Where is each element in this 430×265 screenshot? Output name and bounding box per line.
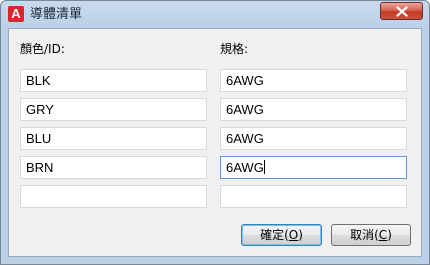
autocad-app-icon: A [8,6,24,22]
color-field-3[interactable]: BLU [20,127,207,150]
spec-field-3[interactable]: 6AWG [220,127,407,150]
cancel-button[interactable]: 取消(C) [331,224,411,246]
spec-field-4[interactable]: 6AWG [220,156,407,179]
spec-field-5[interactable] [220,185,407,208]
color-field-1[interactable]: BLK [20,69,207,92]
color-field-4[interactable]: BRN [20,156,207,179]
dialog-content: 顏色/ID: 規格: BLK 6AWG GRY 6AWG BLU 6AWG BR… [8,28,422,257]
conductor-list-dialog: A 導體清單 顏色/ID: 規格: BLK 6AWG GRY 6AWG BLU … [0,0,430,265]
close-button[interactable] [380,2,423,20]
close-icon [396,6,408,17]
color-field-2[interactable]: GRY [20,98,207,121]
spec-label: 規格: [220,42,249,56]
color-id-label: 顏色/ID: [20,42,65,56]
text-caret [263,160,265,174]
spec-field-2[interactable]: 6AWG [220,98,407,121]
window-title: 導體清單 [30,7,83,22]
title-bar[interactable]: A 導體清單 [1,1,429,28]
ok-button[interactable]: 確定(O) [241,224,322,246]
spec-field-1[interactable]: 6AWG [220,69,407,92]
spec-field-4-value: 6AWG [226,160,264,175]
color-field-5[interactable] [20,185,207,208]
